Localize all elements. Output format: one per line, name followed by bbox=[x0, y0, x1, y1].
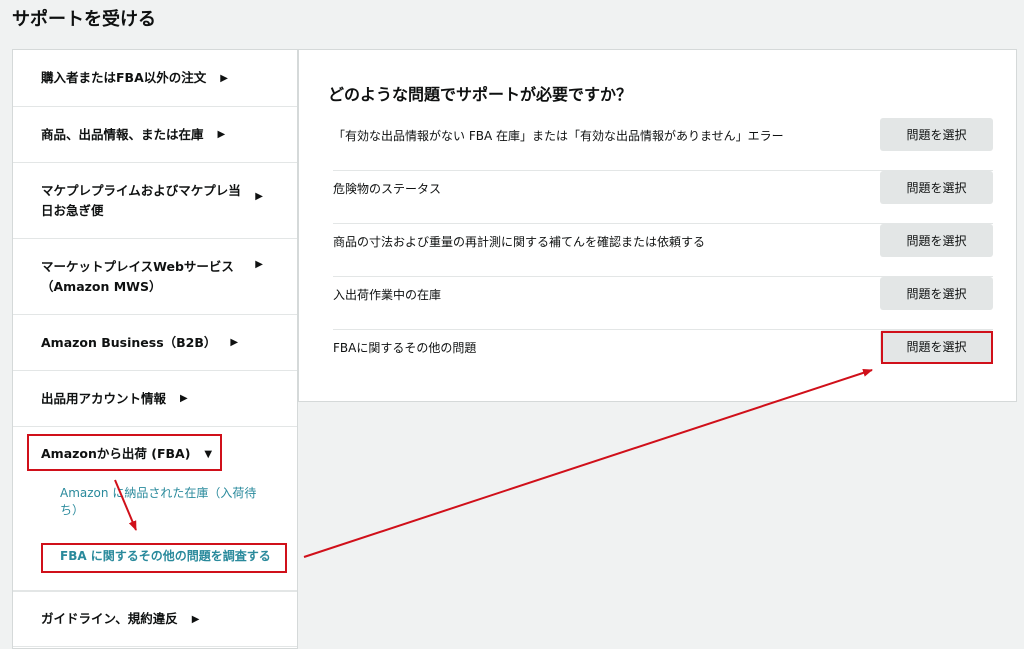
sidebar-item-label: 商品、出品情報、または在庫 bbox=[41, 126, 204, 142]
issue-row: 入出荷作業中の在庫 問題を選択 bbox=[333, 277, 993, 330]
select-issue-button[interactable]: 問題を選択 bbox=[880, 224, 993, 257]
chevron-right-icon: ▶ bbox=[230, 337, 239, 348]
issue-label: 「有効な出品情報がない FBA 在庫」または「有効な出品情報がありません」エラー bbox=[333, 129, 784, 143]
chevron-right-icon: ▶ bbox=[255, 191, 263, 202]
sidebar-item-label: マケプレプライムおよびマケプレ当 日お急ぎ便 bbox=[41, 181, 241, 221]
sidebar-item-label-line: マーケットプレイスWebサービス bbox=[41, 258, 234, 274]
sidebar-item-label-line: 日お急ぎ便 bbox=[41, 202, 104, 218]
chevron-right-icon: ▶ bbox=[217, 129, 226, 140]
chevron-right-icon: ▶ bbox=[255, 259, 263, 270]
issue-label: 商品の寸法および重量の再計測に関する補てんを確認または依頼する bbox=[333, 235, 706, 249]
sidebar-item-label-line: マケプレプライムおよびマケプレ当 bbox=[41, 182, 241, 198]
sidebar-item-label: マーケットプレイスWebサービス （Amazon MWS） bbox=[41, 257, 234, 297]
sidebar-item-account-info[interactable]: 出品用アカウント情報 ▶ bbox=[13, 371, 297, 427]
select-issue-button[interactable]: 問題を選択 bbox=[880, 277, 993, 310]
sidebar-item-label: 購入者またはFBA以外の注文 bbox=[41, 70, 207, 85]
sidebar-subitem-inbound-inventory[interactable]: Amazon に納品された在庫（入荷待 ち） bbox=[60, 485, 256, 519]
page-title: サポートを受ける bbox=[12, 9, 156, 30]
sidebar-subitem-label-line: Amazon に納品された在庫（入荷待 bbox=[60, 486, 257, 500]
highlight-box-fba-category bbox=[27, 434, 222, 471]
sidebar-item-non-fba-orders[interactable]: 購入者またはFBA以外の注文 ▶ bbox=[13, 50, 297, 107]
issue-row: 商品の寸法および重量の再計測に関する補てんを確認または依頼する 問題を選択 bbox=[333, 224, 993, 277]
issue-label: 危険物のステータス bbox=[333, 182, 442, 196]
chevron-right-icon: ▶ bbox=[191, 613, 200, 625]
panel-heading: どのような問題でサポートが必要ですか？ bbox=[328, 85, 633, 104]
issue-label: FBAに関するその他の問題 bbox=[333, 341, 477, 355]
chevron-right-icon: ▶ bbox=[180, 393, 188, 404]
issue-label: 入出荷作業中の在庫 bbox=[333, 288, 442, 302]
sidebar-subitem-label-line: ち） bbox=[60, 503, 85, 517]
issue-row: 「有効な出品情報がない FBA 在庫」または「有効な出品情報がありません」エラー… bbox=[333, 118, 993, 171]
select-issue-button[interactable]: 問題を選択 bbox=[880, 171, 993, 204]
sidebar-item-mws[interactable]: マーケットプレイスWebサービス （Amazon MWS） ▶ bbox=[13, 239, 297, 315]
sidebar-item-label-line: （Amazon MWS） bbox=[41, 278, 162, 294]
issue-row: 危険物のステータス 問題を選択 bbox=[333, 171, 993, 224]
chevron-right-icon: ▶ bbox=[220, 72, 228, 84]
sidebar-item-listings-inventory[interactable]: 商品、出品情報、または在庫 ▶ bbox=[13, 107, 297, 163]
sidebar-item-label: ガイドライン、規約違反 bbox=[41, 611, 178, 626]
sidebar-item-label: Amazon Business（B2B） bbox=[41, 334, 217, 350]
sidebar-item-seller-fulfilled-prime[interactable]: マケプレプライムおよびマケプレ当 日お急ぎ便 ▶ bbox=[13, 163, 297, 239]
highlight-box-select-button bbox=[881, 331, 993, 364]
select-issue-button[interactable]: 問題を選択 bbox=[880, 118, 993, 151]
sidebar-item-guidelines[interactable]: ガイドライン、規約違反 ▶ bbox=[13, 591, 297, 647]
highlight-box-other-fba-link bbox=[41, 543, 287, 573]
sidebar-item-amazon-business[interactable]: Amazon Business（B2B） ▶ bbox=[13, 315, 297, 371]
sidebar-item-label: 出品用アカウント情報 bbox=[41, 390, 167, 406]
